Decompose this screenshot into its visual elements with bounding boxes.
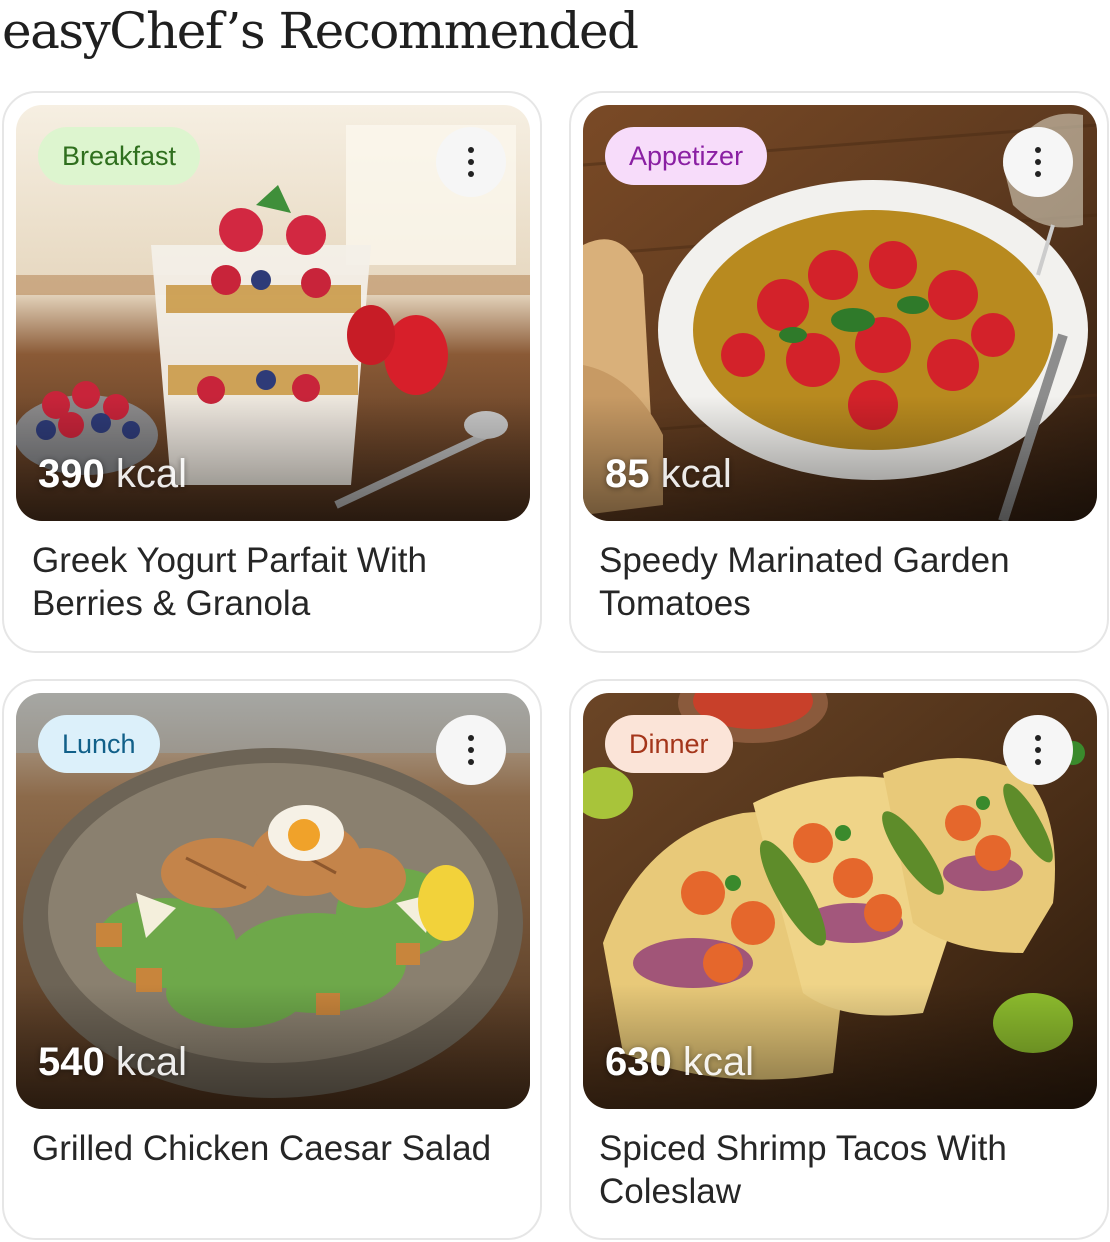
recipe-title[interactable]: Greek Yogurt Parfait With Berries & Gran… <box>32 539 522 625</box>
recipe-card-chicken-caesar-salad[interactable]: Lunch 540 kcal Grilled Chicken Caesar Sa… <box>2 679 542 1240</box>
recipe-card-greek-yogurt-parfait[interactable]: Breakfast 390 kcal Greek Yogurt Parfait … <box>2 91 542 653</box>
calorie-label: 630 kcal <box>605 1040 755 1084</box>
more-options-button[interactable] <box>1003 715 1073 785</box>
category-badge-breakfast: Breakfast <box>38 127 201 185</box>
more-vertical-icon <box>1035 735 1041 765</box>
recipe-photo-tacos[interactable]: Dinner 630 kcal <box>583 693 1097 1109</box>
recipe-card-shrimp-tacos[interactable]: Dinner 630 kcal Spiced Shrimp Tacos With… <box>569 679 1109 1240</box>
recipe-title[interactable]: Spiced Shrimp Tacos With Coleslaw <box>599 1127 1089 1213</box>
more-vertical-icon <box>1035 147 1041 177</box>
category-badge-dinner: Dinner <box>605 715 733 773</box>
recipe-card-marinated-tomatoes[interactable]: Appetizer 85 kcal Speedy Marinated Garde… <box>569 91 1109 653</box>
more-options-button[interactable] <box>436 715 506 785</box>
calorie-label: 390 kcal <box>38 452 188 496</box>
recipe-photo-parfait[interactable]: Breakfast 390 kcal <box>16 105 530 521</box>
page-title: easyChef’s Recommended <box>2 2 639 60</box>
calorie-label: 540 kcal <box>38 1040 188 1084</box>
more-vertical-icon <box>468 147 474 177</box>
category-badge-appetizer: Appetizer <box>605 127 768 185</box>
recipe-title[interactable]: Speedy Marinated Garden Tomatoes <box>599 539 1089 625</box>
more-options-button[interactable] <box>1003 127 1073 197</box>
recommended-page: easyChef’s Recommended Breakfast 390 kca… <box>0 0 1110 1242</box>
category-badge-lunch: Lunch <box>38 715 160 773</box>
recipe-title[interactable]: Grilled Chicken Caesar Salad <box>32 1127 522 1170</box>
more-vertical-icon <box>468 735 474 765</box>
recipe-photo-tomatoes[interactable]: Appetizer 85 kcal <box>583 105 1097 521</box>
calorie-label: 85 kcal <box>605 452 732 496</box>
more-options-button[interactable] <box>436 127 506 197</box>
recipe-photo-caesar[interactable]: Lunch 540 kcal <box>16 693 530 1109</box>
